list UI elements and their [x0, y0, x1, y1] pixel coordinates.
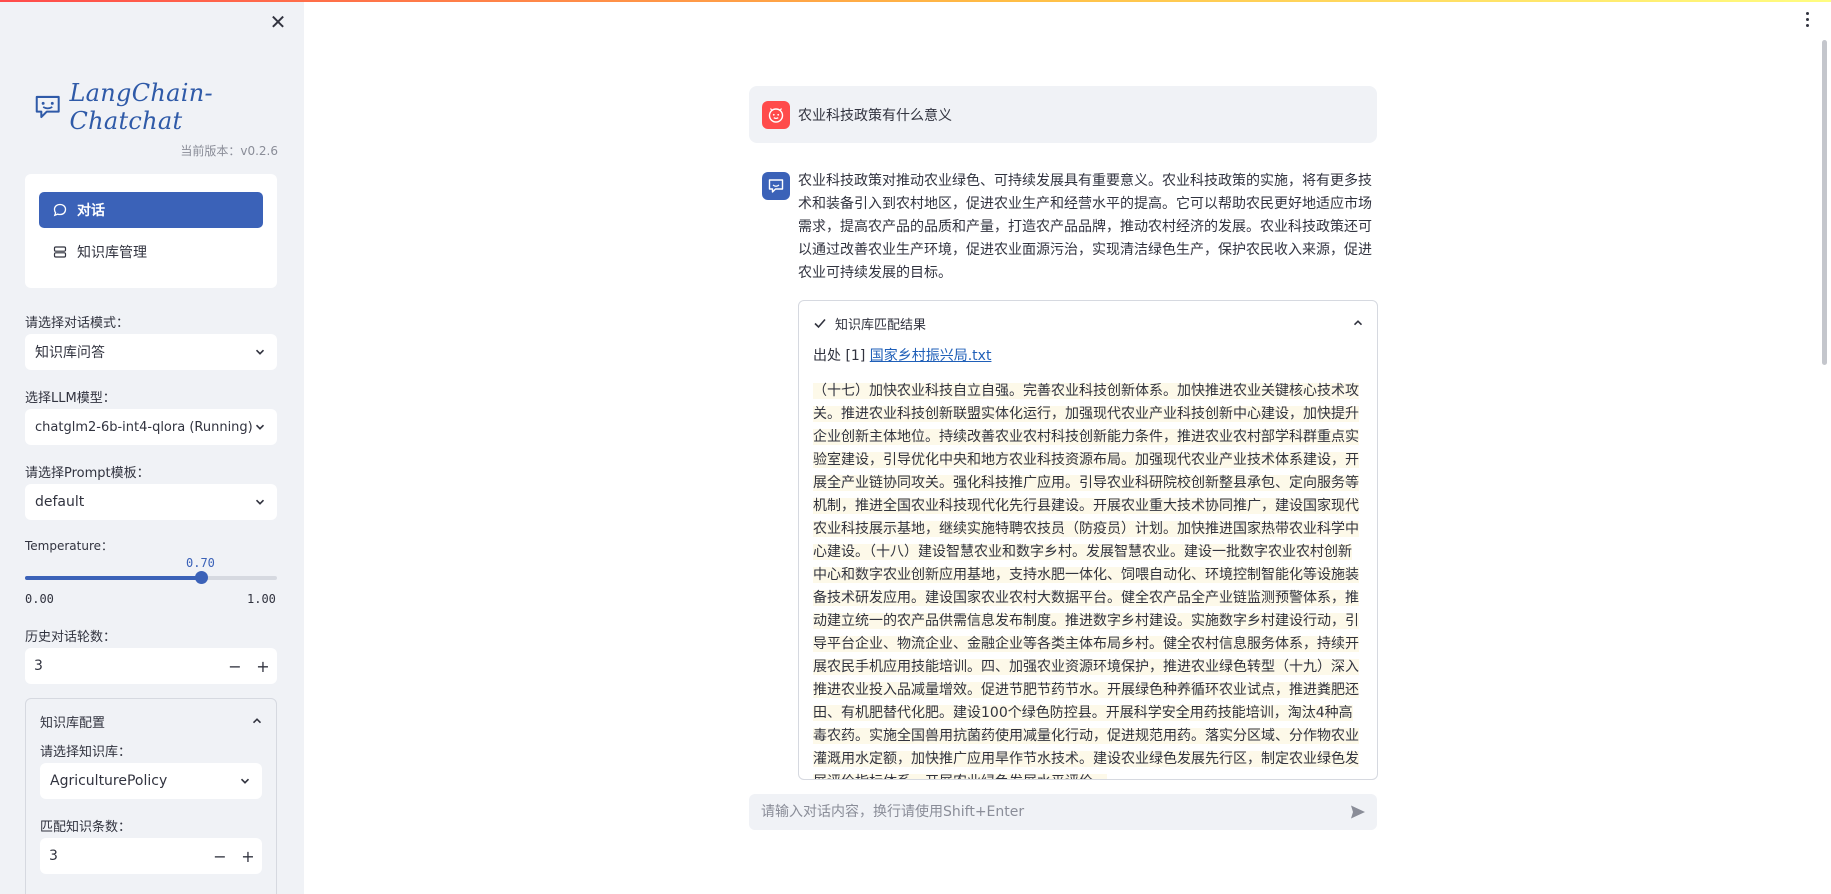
kb-result-header[interactable]: 知识库匹配结果: [813, 313, 1363, 333]
nav-item-kb-label: 知识库管理: [77, 245, 147, 261]
dialog-mode-value: 知识库问答: [35, 345, 105, 361]
source-link[interactable]: 国家乡村振兴局.txt: [870, 348, 992, 364]
chat-logo-icon: [35, 95, 60, 119]
llm-model-label: 选择LLM模型：: [25, 391, 116, 406]
temperature-slider-thumb[interactable]: [195, 571, 209, 584]
kb-result-expander: 知识库匹配结果 出处 [1] 国家乡村振兴局.txt （十七）加快农业科技自立自…: [798, 300, 1378, 780]
chat-input[interactable]: [759, 803, 1349, 821]
llm-model-value: chatglm2-6b-int4-qlora (Running): [35, 419, 253, 435]
prompt-template-select[interactable]: default: [25, 484, 277, 520]
chevron-down-icon: [255, 349, 265, 355]
nav-item-kb-management[interactable]: 知识库管理: [39, 234, 263, 270]
decrement-button[interactable]: −: [221, 657, 249, 676]
chevron-up-icon: [252, 718, 262, 724]
main-scrollbar[interactable]: [1822, 40, 1827, 365]
kb-config-expander: 知识库配置 请选择知识库： AgriculturePolicy 匹配知识条数： …: [25, 698, 277, 894]
chevron-down-icon: [255, 499, 265, 505]
kb-select[interactable]: AgriculturePolicy: [40, 763, 262, 799]
prompt-template-label: 请选择Prompt模板：: [25, 466, 150, 481]
kb-result-title: 知识库匹配结果: [835, 317, 927, 333]
chevron-down-icon: [255, 424, 265, 430]
temperature-label: Temperature：: [25, 539, 114, 553]
temperature-slider-fill: [25, 576, 202, 580]
increment-button[interactable]: +: [249, 657, 277, 676]
chat-input-bar: [749, 794, 1377, 830]
check-icon: [814, 318, 826, 329]
kb-config-header[interactable]: 知识库配置: [40, 711, 262, 731]
history-rounds-label: 历史对话轮数：: [25, 630, 117, 645]
database-icon: [53, 246, 67, 258]
chevron-down-icon: [240, 778, 250, 784]
chat-bubble-icon: [53, 203, 67, 217]
user-avatar: [762, 100, 790, 129]
history-rounds-stepper[interactable]: 3 − +: [25, 648, 277, 684]
app-logo-text: LangChain-Chatchat: [69, 79, 213, 135]
kb-result-source: 出处 [1] 国家乡村振兴局.txt: [813, 345, 991, 365]
assistant-avatar-wrap: [762, 172, 790, 200]
assistant-message-text: 农业科技政策对推动农业绿色、可持续发展具有重要意义。农业科技政策的实施，将有更多…: [798, 173, 1372, 281]
user-message: 农业科技政策有什么意义: [749, 86, 1377, 143]
top-decoration-bar: [0, 0, 1831, 2]
send-icon[interactable]: [1349, 803, 1367, 821]
kb-config-title: 知识库配置: [40, 715, 106, 731]
llm-model-select[interactable]: chatglm2-6b-int4-qlora (Running): [25, 409, 277, 445]
app-version: 当前版本：v0.2.6: [180, 144, 278, 158]
close-sidebar-icon[interactable]: ✕: [268, 12, 288, 32]
dialog-mode-select[interactable]: 知识库问答: [25, 334, 277, 370]
nav-item-chat[interactable]: 对话: [39, 192, 263, 228]
temperature-max: 1.00: [247, 592, 276, 606]
assistant-bot-icon: [768, 179, 784, 193]
temperature-min: 0.00: [25, 592, 54, 606]
user-message-text: 农业科技政策有什么意义: [798, 107, 952, 124]
temperature-current-value: 0.70: [186, 556, 215, 570]
dialog-mode-label: 请选择对话模式：: [25, 316, 130, 331]
assistant-avatar: [762, 172, 790, 200]
chevron-up-icon: [1353, 320, 1363, 326]
decrement-button[interactable]: −: [206, 847, 234, 866]
kb-select-value: AgriculturePolicy: [50, 773, 168, 789]
nav-item-chat-label: 对话: [77, 203, 105, 219]
source-prefix: 出处 [1]: [813, 348, 866, 364]
kb-result-content-text: （十七）加快农业科技自立自强。完善农业科技创新体系。加快推进农业关键核心技术攻关…: [813, 383, 1359, 779]
prompt-template-value: default: [35, 494, 85, 510]
kb-select-label: 请选择知识库：: [40, 745, 132, 760]
main-menu-icon[interactable]: [1801, 12, 1813, 32]
history-rounds-value[interactable]: 3: [25, 658, 221, 674]
nav-menu: 对话 知识库管理: [25, 174, 277, 288]
match-count-label: 匹配知识条数：: [40, 820, 132, 835]
match-count-value[interactable]: 3: [40, 848, 206, 864]
match-count-stepper[interactable]: 3 − +: [40, 838, 262, 874]
temperature-slider[interactable]: [25, 571, 277, 584]
app-logo: LangChain-Chatchat: [34, 79, 304, 135]
user-face-icon: [768, 107, 784, 123]
kb-result-content: （十七）加快农业科技自立自强。完善农业科技创新体系。加快推进农业关键核心技术攻关…: [813, 380, 1359, 779]
increment-button[interactable]: +: [234, 847, 262, 866]
sidebar: ✕ LangChain-Chatchat 当前版本：v0.2.6 对话 知识库管…: [0, 0, 304, 894]
